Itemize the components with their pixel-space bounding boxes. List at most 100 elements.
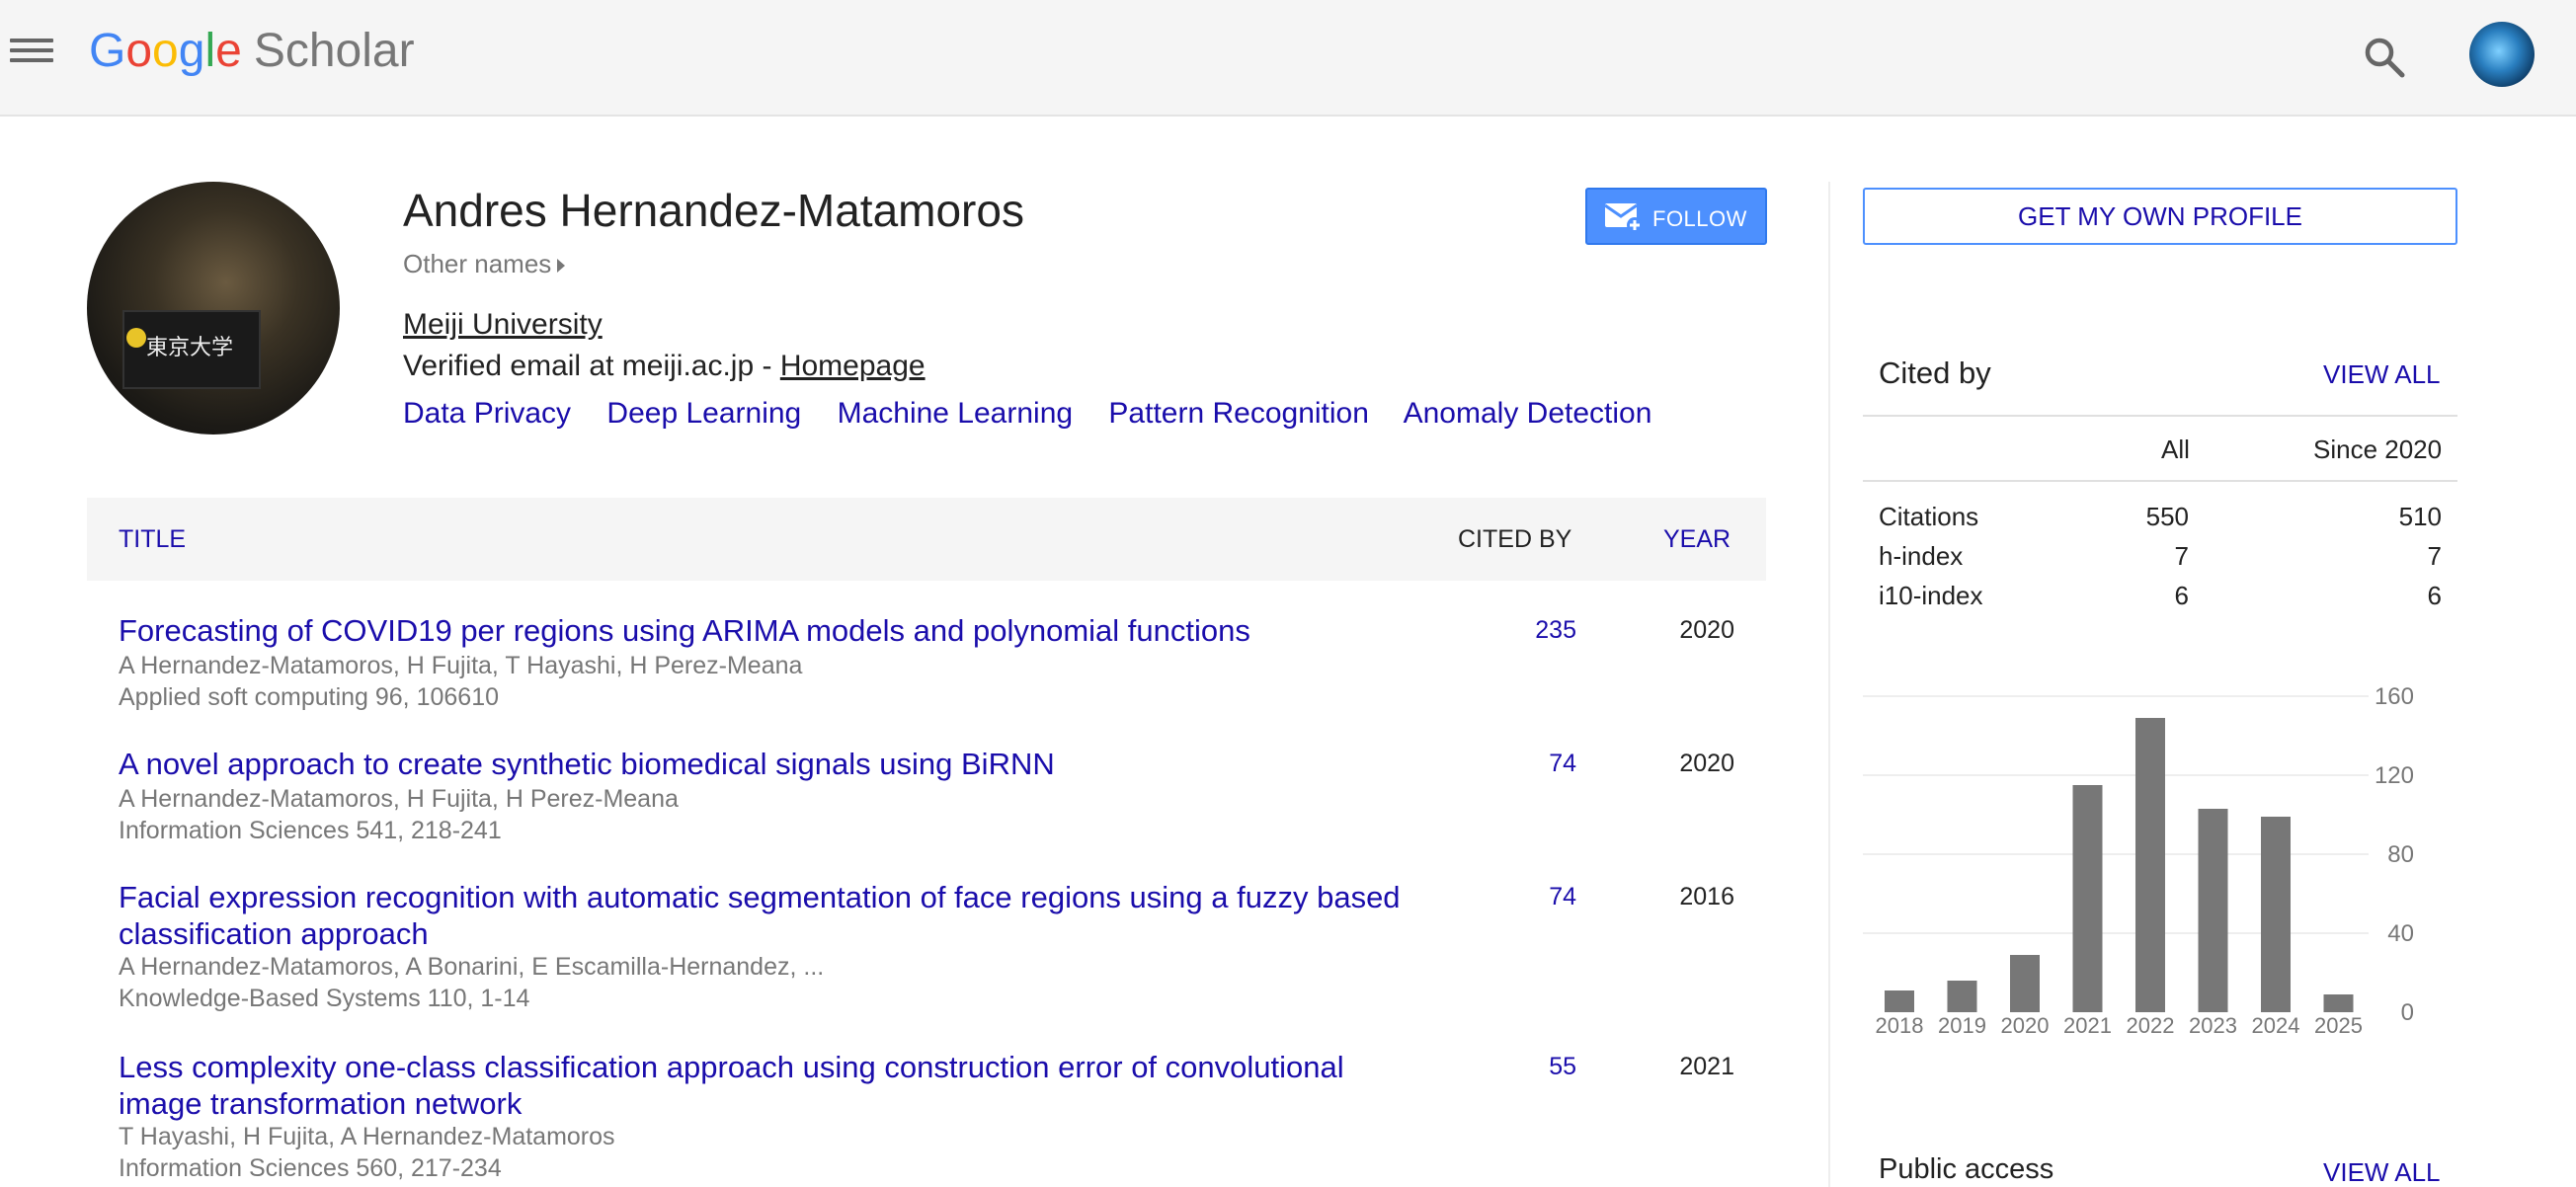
verified-email: Verified email at meiji.ac.jp - Homepage: [403, 350, 926, 383]
follow-label: FOLLOW: [1652, 206, 1747, 231]
stats-row: h-index 7 7: [1863, 541, 2457, 581]
stats-col-since: Since 2020: [2313, 435, 2443, 464]
logo-letter: e: [215, 25, 242, 77]
column-divider: [1828, 182, 1830, 1187]
chart-bar[interactable]: [1947, 981, 1977, 1012]
search-icon[interactable]: [2361, 34, 2408, 81]
chart-bar[interactable]: [1885, 990, 1914, 1012]
y-tick-label: 40: [2387, 920, 2414, 947]
stat-all: 550: [2145, 502, 2189, 531]
chart-bar[interactable]: [2072, 785, 2103, 1012]
profile-photo: 東京大学: [87, 182, 340, 435]
interest-link[interactable]: Anomaly Detection: [1404, 397, 1652, 430]
stats-col-all: All: [2161, 435, 2190, 464]
divider-line: [1863, 415, 2457, 417]
cited-by-view-all-link[interactable]: VIEW ALL: [2323, 359, 2441, 390]
x-tick-label: 2023: [2189, 1013, 2237, 1038]
profile-name: Andres Hernandez-Matamoros: [403, 185, 1024, 236]
stat-all: 6: [2174, 581, 2189, 610]
article-venue: Information Sciences 560, 217-234: [119, 1154, 502, 1182]
article-venue: Applied soft computing 96, 106610: [119, 683, 499, 711]
article-title[interactable]: Facial expression recognition with autom…: [119, 879, 1403, 952]
article-venue: Knowledge-Based Systems 110, 1-14: [119, 985, 530, 1012]
chart-bar[interactable]: [2010, 955, 2040, 1012]
x-tick-label: 2021: [2063, 1013, 2112, 1038]
interest-link[interactable]: Data Privacy: [403, 397, 571, 430]
interest-link[interactable]: Machine Learning: [838, 397, 1074, 430]
sort-by-title[interactable]: TITLE: [119, 525, 186, 554]
interest-link[interactable]: Deep Learning: [606, 397, 801, 430]
photo-sign-text: 東京大学: [146, 336, 234, 360]
article-year: 2020: [1679, 616, 1734, 644]
x-tick-label: 2018: [1876, 1013, 1924, 1038]
x-tick-label: 2020: [2001, 1013, 2050, 1038]
stat-all: 7: [2174, 541, 2189, 571]
y-tick-label: 80: [2387, 841, 2414, 868]
y-tick-label: 160: [2375, 683, 2414, 710]
chart-bar[interactable]: [2135, 718, 2165, 1012]
stat-since: 7: [2427, 541, 2442, 571]
article-year: 2020: [1679, 750, 1734, 777]
logo-letter: G: [89, 25, 126, 77]
stat-label: i10-index: [1879, 581, 1983, 610]
photo-emblem: [126, 328, 146, 348]
y-tick-label: 0: [2401, 999, 2414, 1026]
logo-letter: o: [125, 25, 153, 77]
caret-right-icon: [557, 259, 566, 274]
research-interests: Data Privacy Deep Learning Machine Learn…: [403, 397, 1679, 431]
cited-by-count[interactable]: 235: [1535, 616, 1576, 645]
chart-bar[interactable]: [2323, 994, 2354, 1012]
sort-by-year[interactable]: YEAR: [1663, 525, 1731, 554]
article-authors: T Hayashi, H Fujita, A Hernandez-Matamor…: [119, 1123, 615, 1150]
top-bar: Google Scholar: [0, 0, 2576, 117]
article-title[interactable]: Forecasting of COVID19 per regions using…: [119, 612, 1403, 649]
stat-since: 6: [2427, 581, 2442, 610]
affiliation-link[interactable]: Meiji University: [403, 308, 603, 342]
divider-line: [1863, 480, 2457, 482]
chart-bar[interactable]: [2198, 809, 2228, 1012]
stats-row: i10-index 6 6: [1863, 581, 2457, 620]
cited-by-count[interactable]: 74: [1549, 883, 1576, 911]
article-title[interactable]: A novel approach to create synthetic bio…: [119, 746, 1403, 782]
articles-table-header: TITLE CITED BY YEAR: [87, 498, 1766, 581]
article-authors: A Hernandez-Matamoros, H Fujita, T Hayas…: [119, 652, 803, 679]
cited-by-count[interactable]: 55: [1549, 1053, 1576, 1081]
google-scholar-logo[interactable]: Google Scholar: [89, 24, 415, 78]
logo-letter: l: [204, 25, 216, 77]
homepage-link[interactable]: Homepage: [780, 350, 926, 382]
article-authors: A Hernandez-Matamoros, A Bonarini, E Esc…: [119, 953, 825, 981]
x-tick-label: 2022: [2127, 1013, 2175, 1038]
article-venue: Information Sciences 541, 218-241: [119, 817, 502, 844]
account-avatar[interactable]: [2469, 22, 2535, 87]
follow-button[interactable]: FOLLOW: [1585, 188, 1767, 245]
article-year: 2016: [1679, 883, 1734, 910]
sort-by-cited[interactable]: CITED BY: [1458, 525, 1571, 554]
stat-label: Citations: [1879, 502, 1979, 531]
stat-label: h-index: [1879, 541, 1964, 571]
envelope-plus-icon: [1605, 203, 1643, 233]
public-access-view-all-link[interactable]: VIEW ALL: [2323, 1157, 2441, 1187]
verified-email-text: Verified email at meiji.ac.jp -: [403, 350, 780, 382]
cited-by-heading: Cited by: [1879, 356, 1991, 390]
article-title[interactable]: Less complexity one-class classification…: [119, 1049, 1403, 1122]
chart-bar[interactable]: [2261, 817, 2291, 1012]
x-tick-label: 2024: [2252, 1013, 2300, 1038]
interest-link[interactable]: Pattern Recognition: [1108, 397, 1369, 430]
logo-letter: o: [152, 25, 179, 77]
get-my-own-profile-button[interactable]: GET MY OWN PROFILE: [1863, 188, 2457, 245]
other-names-toggle[interactable]: Other names: [403, 249, 566, 279]
x-tick-label: 2019: [1938, 1013, 1986, 1038]
article-authors: A Hernandez-Matamoros, H Fujita, H Perez…: [119, 785, 679, 813]
public-access-heading: Public access: [1879, 1153, 2054, 1185]
menu-icon[interactable]: [10, 34, 53, 73]
cited-by-count[interactable]: 74: [1549, 750, 1576, 778]
logo-product-name: Scholar: [253, 25, 415, 77]
y-tick-label: 120: [2375, 762, 2414, 789]
logo-letter: g: [178, 25, 205, 77]
stat-since: 510: [2398, 502, 2442, 531]
x-tick-label: 2025: [2314, 1013, 2363, 1038]
citations-per-year-chart: 0 40 80 120 160 2018 2019 2020 2021 2022 2023 2024 2…: [1863, 683, 2414, 1038]
other-names-label: Other names: [403, 249, 552, 278]
article-year: 2021: [1679, 1053, 1734, 1080]
stats-row: Citations 550 510: [1863, 502, 2457, 541]
